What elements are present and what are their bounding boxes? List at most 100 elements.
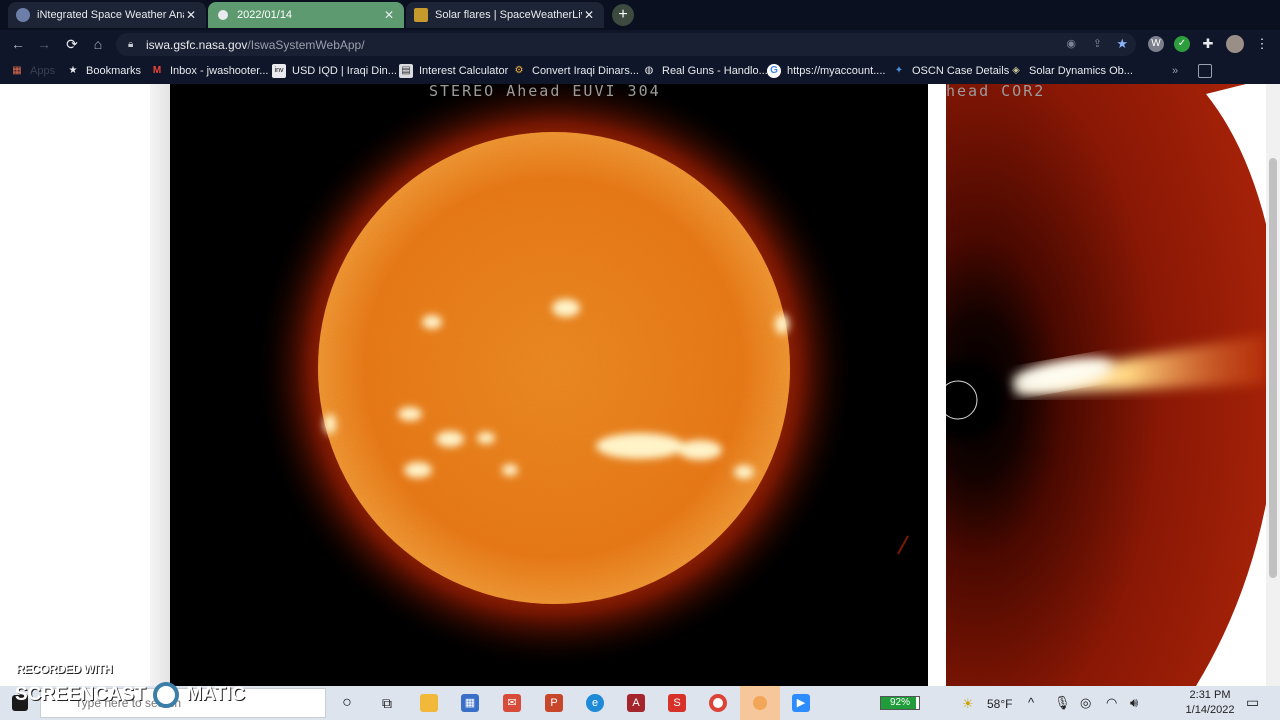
watermark-screencast: SCREENCAST	[15, 684, 146, 706]
tab-date[interactable]: 2022/01/14 ✕	[208, 2, 404, 28]
meet-now-icon[interactable]: ◎	[1080, 695, 1091, 711]
lock-icon: 🔒︎	[128, 39, 134, 50]
sdo-icon: ◈	[1012, 65, 1020, 76]
bookmark-oscn[interactable]: ✦ OSCN Case Details	[892, 63, 1009, 79]
spaceweatherlive-favicon-icon	[414, 8, 428, 22]
bookmark-star-icon[interactable]: ★	[1116, 36, 1128, 52]
tab-label: 2022/01/14	[237, 9, 293, 21]
euvi-304-label: STEREO Ahead EUVI 304	[429, 84, 661, 100]
file-explorer-icon[interactable]	[420, 694, 438, 712]
currency-icon: ⚙	[514, 65, 524, 76]
bookmark-label: Convert Iraqi Dinars...	[532, 65, 639, 77]
tracking-eye-icon[interactable]: ◉	[1066, 37, 1076, 50]
bookmarks-bar: ▦ Apps ★ Bookmarks M Inbox - jwashooter.…	[0, 58, 1280, 84]
page-content: STEREO Ahead EUVI 304 head COR2	[0, 84, 1280, 686]
access-icon[interactable]: A	[627, 694, 645, 712]
iswa-favicon-icon	[16, 8, 30, 22]
wifi-icon[interactable]: ◠	[1106, 695, 1117, 711]
bookmark-interest-calculator[interactable]: ▤ Interest Calculator	[399, 63, 508, 79]
clock-time[interactable]: 2:31 PM	[1186, 689, 1234, 701]
google-icon: G	[767, 64, 781, 78]
stumbleupon-icon[interactable]: S	[668, 694, 686, 712]
oscn-icon: ✦	[894, 65, 904, 76]
extension-w-icon[interactable]: W	[1148, 36, 1164, 52]
bookmark-myaccount[interactable]: G https://myaccount....	[767, 63, 885, 79]
reading-list-icon[interactable]	[1198, 63, 1218, 79]
panel-gap	[928, 84, 946, 686]
powerpoint-icon[interactable]: P	[545, 694, 563, 712]
apps-grid-icon: ▦	[12, 65, 22, 76]
watermark-record-icon	[153, 682, 180, 708]
bookmark-label: Solar Dynamics Ob...	[1029, 65, 1133, 77]
coronagraph-image	[946, 84, 1266, 686]
calculator-icon: ▤	[399, 64, 413, 78]
cortana-circle-icon[interactable]: ○	[338, 694, 356, 712]
address-bar[interactable]: 🔒︎ iswa.gsfc.nasa.gov /IswaSystemWebApp/…	[116, 33, 1136, 56]
reading-list-glyph	[1198, 64, 1212, 78]
forward-button[interactable]: →	[34, 34, 54, 54]
extensions-puzzle-icon[interactable]: ✚	[1200, 36, 1216, 52]
url-host: iswa.gsfc.nasa.gov	[146, 37, 248, 52]
bookmark-label: Apps	[30, 65, 56, 77]
cor2-panel[interactable]: head COR2	[946, 84, 1266, 686]
home-button[interactable]: ⌂	[88, 34, 108, 54]
bookmark-usd-iqd[interactable]: inv USD IQD | Iraqi Din...	[272, 63, 397, 79]
volume-icon[interactable]: 🔊︎	[1130, 695, 1138, 711]
inv-icon: inv	[272, 64, 286, 78]
bookmark-real-guns[interactable]: ◍ Real Guns - Handlo...	[642, 63, 768, 79]
zoom-icon[interactable]: ▶	[792, 694, 810, 712]
bookmark-convert-dinars[interactable]: ⚙ Convert Iraqi Dinars...	[512, 63, 639, 79]
battery-indicator[interactable]: 92%	[880, 696, 920, 710]
bookmark-apps[interactable]: ▦ Apps	[10, 63, 55, 79]
tab-solar-flares[interactable]: Solar flares | SpaceWeatherLive.c ✕	[406, 2, 604, 28]
edge-icon[interactable]: e	[586, 694, 604, 712]
browser-toolbar: ← → ⟳ ⌂ 🔒︎ iswa.gsfc.nasa.gov /IswaSyste…	[0, 30, 1280, 58]
close-tab-icon[interactable]: ✕	[382, 8, 396, 22]
cor2-label: head COR2	[946, 84, 1046, 100]
watermark-recorded-with: RECORDED WITH	[16, 662, 113, 676]
bookmark-sdo[interactable]: ◈ Solar Dynamics Ob...	[1009, 63, 1133, 79]
gmail-icon: M	[152, 65, 162, 76]
screenshot-root: iNtegrated Space Weather Analy ✕ 2022/01…	[0, 0, 1280, 720]
close-tab-icon[interactable]: ✕	[184, 8, 198, 22]
microphone-icon[interactable]: 🎙︎	[1054, 695, 1071, 711]
battery-percent-label: 92%	[889, 697, 910, 708]
notification-icon[interactable]: ▭	[1246, 694, 1259, 711]
menu-kebab-icon[interactable]: ⋮	[1254, 36, 1270, 52]
share-icon[interactable]: ⇪	[1093, 37, 1102, 50]
close-tab-icon[interactable]: ✕	[582, 8, 596, 22]
globe-favicon-icon	[216, 8, 230, 22]
tab-label: iNtegrated Space Weather Analy	[37, 9, 184, 21]
browser-tab-strip: iNtegrated Space Weather Analy ✕ 2022/01…	[0, 0, 1280, 30]
weather-sun-icon[interactable]: ☀	[962, 696, 974, 712]
bookmark-label: https://myaccount....	[787, 65, 886, 77]
recorder-app-button[interactable]	[740, 686, 780, 720]
bookmark-label: Inbox - jwashooter...	[170, 65, 269, 77]
back-button[interactable]: ←	[8, 34, 28, 54]
recorder-icon	[753, 696, 767, 710]
clock-date[interactable]: 1/14/2022	[1182, 704, 1238, 716]
bookmark-inbox[interactable]: M Inbox - jwashooter...	[150, 63, 269, 79]
task-view-icon[interactable]: ⧉	[378, 694, 396, 712]
watermark-screencast-logo: SCREENCAST MATIC	[15, 682, 245, 708]
bookmark-label: Bookmarks	[86, 65, 142, 77]
bookmark-label: USD IQD | Iraqi Din...	[292, 65, 397, 77]
page-scrollbar[interactable]	[1266, 84, 1280, 686]
weather-temp[interactable]: 58°F	[987, 697, 1012, 711]
mail-icon[interactable]: ✉	[503, 694, 521, 712]
extension-check-icon[interactable]: ✓	[1174, 36, 1190, 52]
profile-avatar[interactable]	[1226, 35, 1244, 53]
scrollbar-thumb[interactable]	[1269, 158, 1277, 578]
euvi-304-panel[interactable]: STEREO Ahead EUVI 304	[170, 84, 928, 686]
watermark-matic: MATIC	[186, 684, 246, 706]
chrome-icon[interactable]	[709, 694, 727, 712]
bookmark-bookmarks[interactable]: ★ Bookmarks	[66, 63, 142, 79]
reload-button[interactable]: ⟳	[62, 34, 82, 54]
new-tab-button[interactable]: +	[612, 4, 634, 26]
bookmark-label: OSCN Case Details	[912, 65, 1010, 77]
star-icon: ★	[68, 65, 78, 76]
show-hidden-icons-icon[interactable]: ^	[1028, 695, 1034, 710]
more-bookmarks-button[interactable]: »	[1172, 63, 1178, 79]
microsoft-store-icon[interactable]: ▦	[461, 694, 479, 712]
tab-space-weather[interactable]: iNtegrated Space Weather Analy ✕	[8, 2, 206, 28]
